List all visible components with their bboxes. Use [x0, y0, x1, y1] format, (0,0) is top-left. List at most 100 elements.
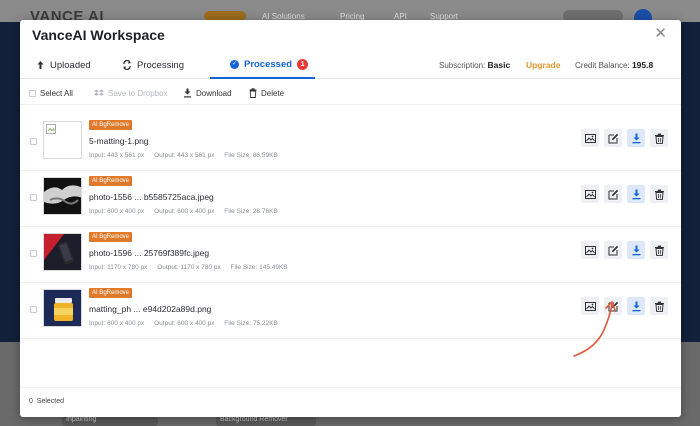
workspace-tabs: Uploaded Processing ✓ Processed 1 Subscr… [20, 51, 681, 79]
list-item[interactable]: AI BgRemove photo-1556 ... b5585725aca.j… [20, 171, 681, 227]
thumbnail-image [44, 178, 81, 214]
file-meta: Input: 1170 x 780 px Output: 1170 x 780 … [89, 264, 296, 271]
count-badge: 1 [297, 58, 309, 70]
download-button[interactable] [627, 297, 645, 315]
file-name: 5-matting-1.png [89, 136, 149, 146]
row-checkbox[interactable] [30, 250, 37, 257]
trash-icon [654, 301, 664, 312]
file-meta: Input: 600 x 400 px Output: 600 x 400 px… [89, 320, 286, 327]
selected-count: 0 Selected [29, 398, 64, 405]
file-size: File Size: 145.49KB [230, 264, 288, 271]
trash-icon [249, 88, 257, 98]
select-all-label: Select All [40, 88, 73, 98]
row-checkbox[interactable] [30, 194, 37, 201]
compare-button[interactable] [581, 185, 599, 203]
row-actions [581, 129, 668, 147]
output-dimensions: Output: 443 x 561 px [154, 152, 215, 159]
toolbar: Select All Save to Dropbox Download Dele… [20, 81, 681, 105]
selected-count-label: Selected [36, 398, 65, 405]
process-tag: AI BgRemove [89, 176, 133, 186]
compare-button[interactable] [581, 129, 599, 147]
thumbnail [43, 177, 82, 215]
download-icon [632, 301, 640, 311]
file-meta: Input: 600 x 400 px Output: 600 x 400 px… [89, 208, 286, 215]
download-icon [632, 189, 640, 199]
compare-button[interactable] [581, 241, 599, 259]
dropbox-icon [94, 89, 104, 96]
annotation-arrow [573, 301, 616, 357]
download-button[interactable] [627, 129, 645, 147]
output-dimensions: Output: 600 x 400 px [154, 208, 215, 215]
file-size: File Size: 75.22KB [224, 320, 278, 327]
background-navbar: VANCE AI AI Solutions Pricing API Suppor… [0, 0, 700, 27]
checkbox[interactable] [29, 89, 36, 97]
download-icon [632, 245, 640, 255]
trash-icon [654, 133, 664, 144]
row-actions [581, 185, 668, 203]
delete-button[interactable]: Delete [249, 81, 284, 105]
save-to-dropbox-button[interactable]: Save to Dropbox [94, 81, 168, 105]
download-button[interactable] [627, 185, 645, 203]
input-dimensions: Input: 1170 x 780 px [89, 264, 148, 271]
upgrade-link[interactable]: Upgrade [526, 51, 560, 79]
download-button[interactable]: Download [183, 81, 232, 105]
output-dimensions: Output: 1170 x 780 px [157, 264, 221, 271]
edit-button[interactable] [604, 185, 622, 203]
process-tag: AI BgRemove [89, 120, 133, 130]
delete-button[interactable] [650, 297, 668, 315]
input-dimensions: Input: 600 x 400 px [89, 320, 145, 327]
download-icon [632, 133, 640, 143]
delete-button[interactable] [650, 129, 668, 147]
edit-icon [608, 245, 618, 255]
subscription-label: Subscription: [439, 60, 486, 70]
edit-button[interactable] [604, 129, 622, 147]
background-pill: Inpainting [62, 416, 158, 426]
file-size: File Size: 28.76KB [224, 208, 278, 215]
thumbnail-image [44, 234, 81, 270]
trash-icon [654, 189, 664, 200]
file-meta: Input: 443 x 561 px Output: 443 x 561 px… [89, 152, 286, 159]
trash-icon [654, 245, 664, 256]
edit-icon [608, 189, 618, 199]
credit-balance: Credit Balance: 195.8 [575, 51, 653, 79]
row-checkbox[interactable] [30, 306, 37, 313]
list-item[interactable]: AI BgRemove 5-matting-1.png Input: 443 x… [20, 115, 681, 171]
tab-uploaded[interactable]: Uploaded [36, 51, 91, 79]
file-size: File Size: 86.59KB [224, 152, 278, 159]
row-checkbox[interactable] [30, 138, 37, 145]
list-item[interactable]: AI BgRemove photo-1596 ... 25769f389fc.j… [20, 227, 681, 283]
selected-count-value: 0 [29, 398, 33, 405]
image-compare-icon [584, 133, 596, 143]
credit-value: 195.8 [631, 60, 654, 70]
save-to-dropbox-label: Save to Dropbox [108, 88, 168, 98]
thumbnail [43, 289, 82, 327]
close-icon[interactable]: ✕ [654, 26, 667, 41]
broken-image-icon [46, 124, 56, 134]
input-dimensions: Input: 600 x 400 px [89, 208, 145, 215]
edit-button[interactable] [604, 241, 622, 259]
delete-button[interactable] [650, 241, 668, 259]
file-name: photo-1556 ... b5585725aca.jpeg [89, 192, 214, 202]
delete-button[interactable] [650, 185, 668, 203]
thumbnail [43, 121, 82, 159]
subscription-info: Subscription: Basic [439, 51, 510, 79]
thumbnail-image [44, 290, 81, 326]
upload-icon [37, 61, 44, 69]
tab-label: Processing [137, 59, 184, 71]
file-name: matting_ph ... e94d202a89d.png [89, 304, 212, 314]
select-all-checkbox[interactable]: Select All [29, 81, 73, 105]
edit-icon [608, 133, 618, 143]
download-button[interactable] [627, 241, 645, 259]
modal-footer: 0 Selected [20, 387, 681, 417]
tab-label: Uploaded [50, 59, 91, 71]
download-label: Download [196, 88, 232, 98]
image-compare-icon [584, 189, 596, 199]
tab-label: Processed [244, 58, 293, 70]
thumbnail [43, 233, 82, 271]
background-pill: Background Remover [216, 416, 316, 426]
input-dimensions: Input: 443 x 561 px [89, 152, 145, 159]
tab-processed[interactable]: ✓ Processed 1 [210, 51, 315, 79]
output-dimensions: Output: 600 x 400 px [154, 320, 215, 327]
process-tag: AI BgRemove [89, 232, 133, 242]
tab-processing[interactable]: Processing [122, 51, 184, 79]
